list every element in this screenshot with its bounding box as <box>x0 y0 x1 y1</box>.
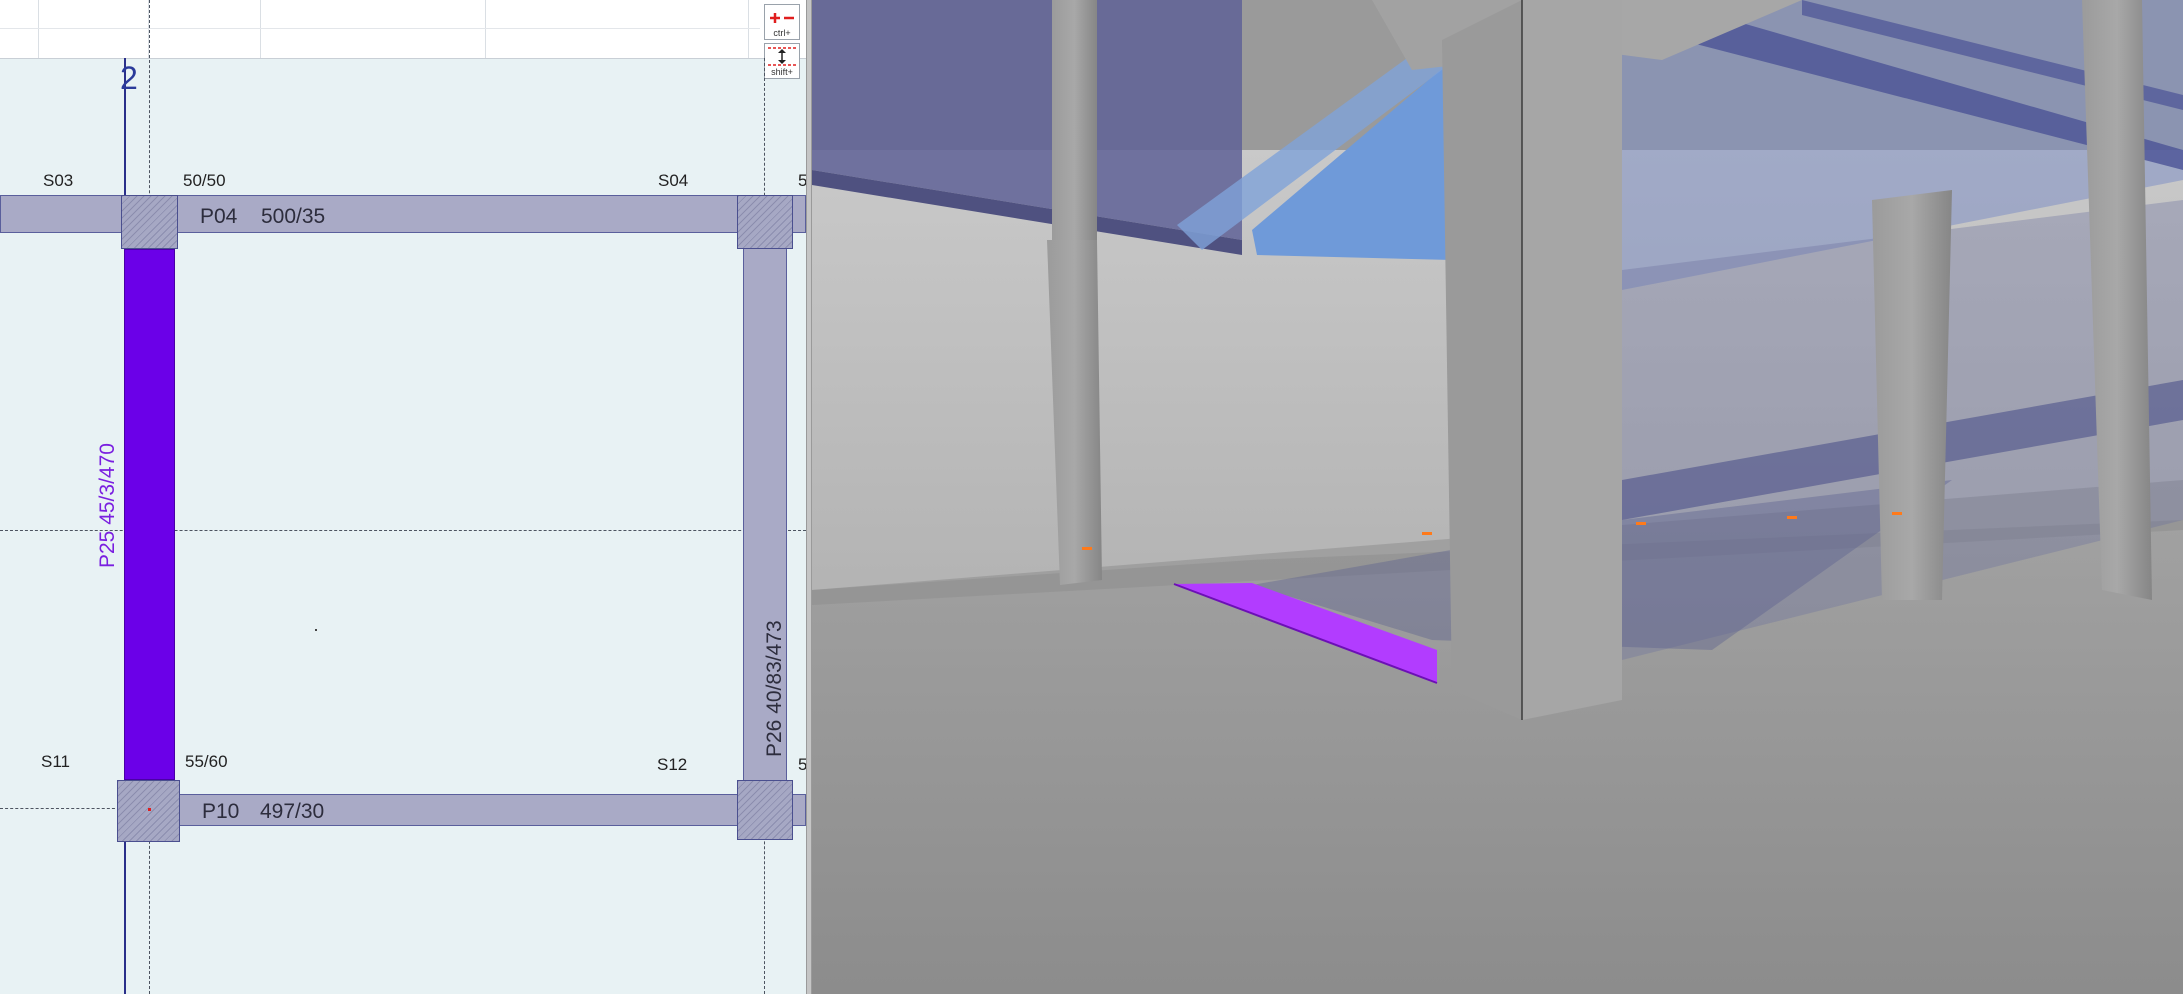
header-column-divider <box>748 0 749 58</box>
wall-p26-label: P26 40/83/473 <box>763 620 786 757</box>
header-row-divider <box>0 28 760 29</box>
front-column-left-face <box>1442 0 1522 720</box>
move-tool-button[interactable]: shift+ <box>764 43 800 79</box>
column-top-right[interactable] <box>737 195 793 249</box>
beam-p10-name: P10 <box>202 800 240 823</box>
snap-marker <box>1422 532 1432 535</box>
snap-marker <box>1636 522 1646 525</box>
wall-p25-selected[interactable] <box>124 249 175 780</box>
concrete-column <box>1052 0 1097 245</box>
beam-p10-dims: 497/30 <box>260 800 325 823</box>
column-size-label: 55/60 <box>185 752 228 771</box>
snap-marker <box>1892 512 1902 515</box>
axis-center-line <box>0 808 120 809</box>
concrete-column <box>1872 190 1952 600</box>
plan-dot-marker <box>315 629 317 631</box>
zoom-modifier-label: ctrl+ <box>773 28 791 38</box>
plan-view[interactable]: ctrl+ shift+ 2 S03 S04 S11 S12 50/50 5 5… <box>0 0 810 994</box>
header-column-divider <box>38 0 39 58</box>
header-column-divider <box>260 0 261 58</box>
slab-label-s12[interactable]: S12 <box>657 755 687 775</box>
slab-label-s04[interactable]: S04 <box>658 171 688 191</box>
header-column-divider <box>485 0 486 58</box>
3d-viewport[interactable] <box>812 0 2183 994</box>
snap-marker <box>1082 547 1092 550</box>
wall-p25-label: P25 45/3/470 <box>96 443 119 568</box>
grid-axis-label: 2 <box>120 60 138 96</box>
axis-center-line <box>0 530 806 531</box>
column-top-left[interactable] <box>121 195 178 249</box>
vertical-move-icon <box>768 47 796 66</box>
front-column-right-face <box>1522 0 1622 720</box>
plus-minus-icon <box>770 13 794 23</box>
selection-point-marker <box>148 808 151 811</box>
column-size-label: 50/50 <box>183 171 226 190</box>
column-bottom-right[interactable] <box>737 780 793 840</box>
column-bottom-left[interactable] <box>117 780 180 842</box>
3d-scene[interactable] <box>812 0 2183 994</box>
move-modifier-label: shift+ <box>771 67 793 77</box>
slab-label-s03[interactable]: S03 <box>43 171 73 191</box>
zoom-tool-button[interactable]: ctrl+ <box>764 4 800 40</box>
slab-label-s11[interactable]: S11 <box>41 752 70 772</box>
beam-p04-name: P04 <box>200 205 238 228</box>
snap-marker <box>1787 516 1797 519</box>
beam-p04-dims: 500/35 <box>261 205 326 228</box>
plan-header-grid <box>0 0 810 59</box>
